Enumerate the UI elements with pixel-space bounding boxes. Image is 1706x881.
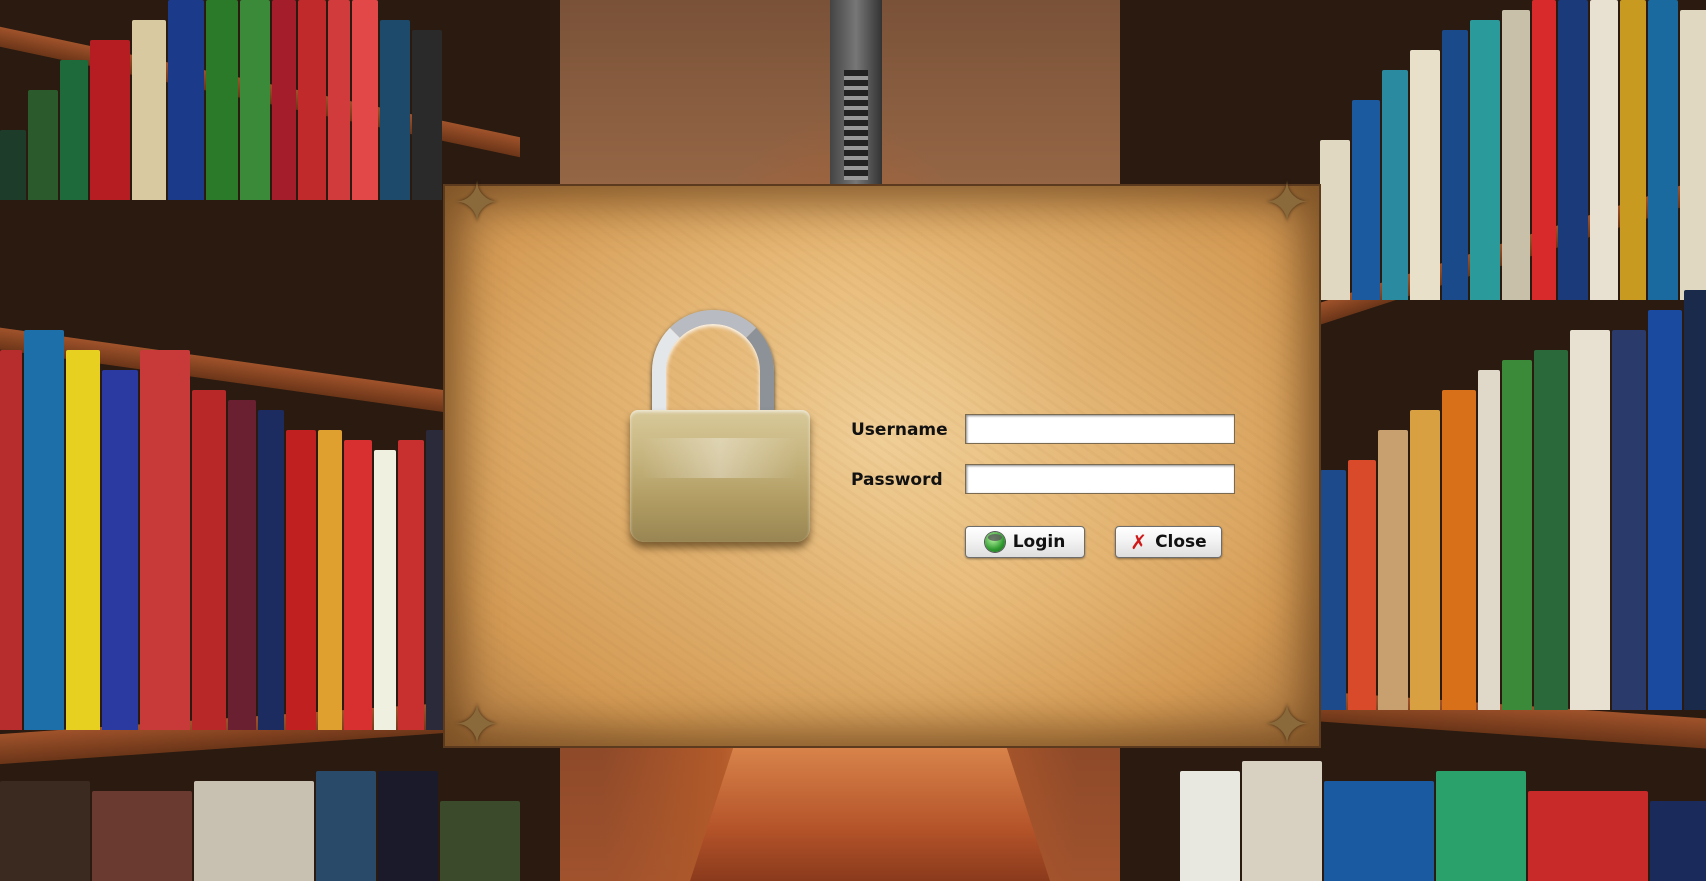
book-row xyxy=(1320,0,1706,300)
password-input[interactable] xyxy=(965,464,1235,494)
corner-star-icon: ✦ xyxy=(1263,693,1311,758)
password-label: Password xyxy=(851,470,943,490)
login-button[interactable]: Login xyxy=(965,526,1085,558)
corner-star-icon: ✦ xyxy=(453,171,501,236)
login-button-label: Login xyxy=(1012,532,1066,552)
login-panel: ✦ ✦ ✦ ✦ Username Password Login ✗ Close xyxy=(445,174,1319,756)
book-row xyxy=(1180,750,1706,881)
aisle-floor xyxy=(690,748,1050,881)
book-row xyxy=(0,0,444,200)
username-input[interactable] xyxy=(965,414,1235,444)
book-row xyxy=(1320,290,1706,710)
corner-star-icon: ✦ xyxy=(453,693,501,758)
padlock-icon xyxy=(630,310,810,542)
close-button-label: Close xyxy=(1155,532,1207,552)
padlock-body xyxy=(630,410,810,542)
book-row xyxy=(0,330,484,730)
username-label: Username xyxy=(851,420,948,440)
green-orb-icon xyxy=(984,532,1005,552)
close-button[interactable]: ✗ Close xyxy=(1115,526,1222,558)
book-row xyxy=(0,760,522,881)
ceiling-light xyxy=(830,0,882,190)
red-x-icon: ✗ xyxy=(1130,530,1148,554)
corner-star-icon: ✦ xyxy=(1263,171,1311,236)
